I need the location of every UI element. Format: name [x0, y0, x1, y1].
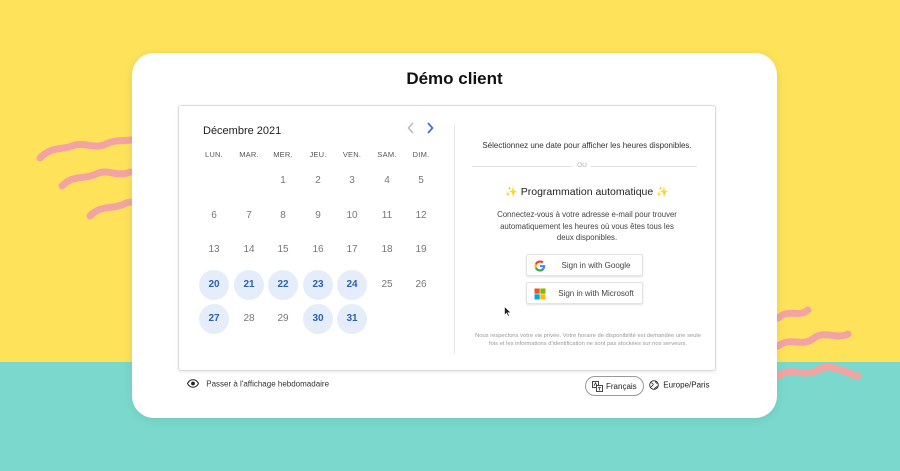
privacy-notice: Nous respectons votre vie privée. Votre …: [475, 333, 701, 347]
divider-line: [472, 166, 572, 167]
calendar-day: 6: [211, 210, 217, 221]
calendar-day-available[interactable]: 21: [234, 270, 264, 300]
calendar-day: 3: [349, 175, 355, 186]
calendar-day: 26: [415, 279, 427, 290]
calendar-day: 11: [381, 210, 393, 221]
calendar-day: 25: [381, 279, 393, 290]
auto-scheduling-label: Programmation automatique: [520, 186, 654, 198]
translate-icon: [592, 381, 603, 392]
calendar-day: 4: [384, 175, 390, 186]
weekday-label: MAR.: [239, 150, 259, 159]
calendar-day-available[interactable]: 23: [303, 270, 333, 300]
calendar-day: 9: [315, 210, 321, 221]
calendar-day-available[interactable]: 20: [199, 270, 229, 300]
scheduler-panel: Décembre 2021 LUN. MAR. MER. JEU. VEN. S…: [178, 105, 716, 371]
calendar-day: 28: [243, 313, 255, 324]
weekday-label: SAM.: [377, 150, 397, 159]
language-selector[interactable]: Français: [585, 376, 644, 396]
sign-in-microsoft-button[interactable]: Sign in with Microsoft: [526, 282, 643, 304]
google-icon: [534, 260, 546, 272]
calendar-day-available[interactable]: 22: [268, 270, 298, 300]
prev-month-button[interactable]: [403, 120, 419, 140]
mouse-cursor-icon: [504, 306, 512, 317]
eye-icon: [187, 379, 199, 389]
calendar-day: 19: [415, 244, 427, 255]
sparkle-icon: ✨: [505, 187, 518, 198]
calendar-day: 7: [246, 210, 252, 221]
page-title: Démo client: [406, 69, 503, 88]
calendar-day: 13: [208, 244, 220, 255]
month-label: Décembre 2021: [203, 125, 282, 137]
microsoft-icon: [534, 288, 546, 300]
calendar-day-available[interactable]: 30: [303, 304, 333, 334]
or-separator: OU: [577, 162, 587, 169]
sign-in-microsoft-label: Sign in with Microsoft: [558, 289, 634, 298]
auto-scheduling-description: Connectez-vous à votre adresse e-mail po…: [497, 210, 677, 242]
calendar-day: 29: [277, 313, 289, 324]
auto-scheduling-title: ✨ Programmation automatique ✨: [469, 186, 705, 198]
sign-in-google-label: Sign in with Google: [561, 261, 631, 270]
vertical-divider: [454, 124, 455, 354]
calendar-day: 18: [381, 244, 393, 255]
calendar-day-available[interactable]: 27: [199, 304, 229, 334]
scheduler-card: Démo client Décembre 2021 LUN. MAR. MER.…: [132, 53, 777, 418]
timezone-label: Europe/Paris: [663, 380, 710, 390]
weekday-label: LUN.: [205, 150, 223, 159]
weekday-header: LUN. MAR. MER. JEU. VEN. SAM. DIM.: [197, 150, 442, 162]
weekday-label: MER.: [273, 150, 293, 159]
calendar-day: 1: [280, 175, 286, 186]
calendar-day: 17: [346, 244, 358, 255]
weekday-label: JEU.: [309, 150, 327, 159]
sign-in-google-button[interactable]: Sign in with Google: [526, 254, 643, 276]
sparkle-icon: ✨: [656, 187, 669, 198]
weekly-view-label: Passer à l'affichage hebdomadaire: [206, 379, 330, 389]
next-month-button[interactable]: [422, 120, 438, 140]
calendar-day: 5: [418, 175, 424, 186]
calendar-day: 10: [346, 210, 358, 221]
select-date-message: Sélectionnez une date pour afficher les …: [482, 141, 692, 150]
calendar-day: 14: [243, 244, 255, 255]
language-label: Français: [606, 382, 637, 391]
globe-icon: [649, 380, 659, 390]
weekday-label: VEN.: [342, 150, 362, 159]
calendar-day-available[interactable]: 31: [337, 304, 367, 334]
calendar-day: 8: [280, 210, 286, 221]
calendar-day: 12: [415, 210, 427, 221]
calendar-day: 16: [312, 244, 324, 255]
calendar-day: 15: [277, 244, 289, 255]
weekly-view-toggle[interactable]: Passer à l'affichage hebdomadaire: [187, 379, 329, 393]
divider-line: [591, 166, 697, 167]
calendar-day: 2: [315, 175, 321, 186]
chevron-right-icon: [427, 122, 434, 134]
calendar-grid: 1 2 3 4 5 6 7 8 9 10 11 12 13 14 15 16 17 18 19 20 21 22 23 24 2…: [197, 166, 442, 341]
chevron-left-icon: [407, 122, 414, 134]
weekday-label: DIM.: [412, 150, 430, 159]
timezone-selector[interactable]: Europe/Paris: [649, 380, 709, 390]
calendar-day-available[interactable]: 24: [337, 270, 367, 300]
